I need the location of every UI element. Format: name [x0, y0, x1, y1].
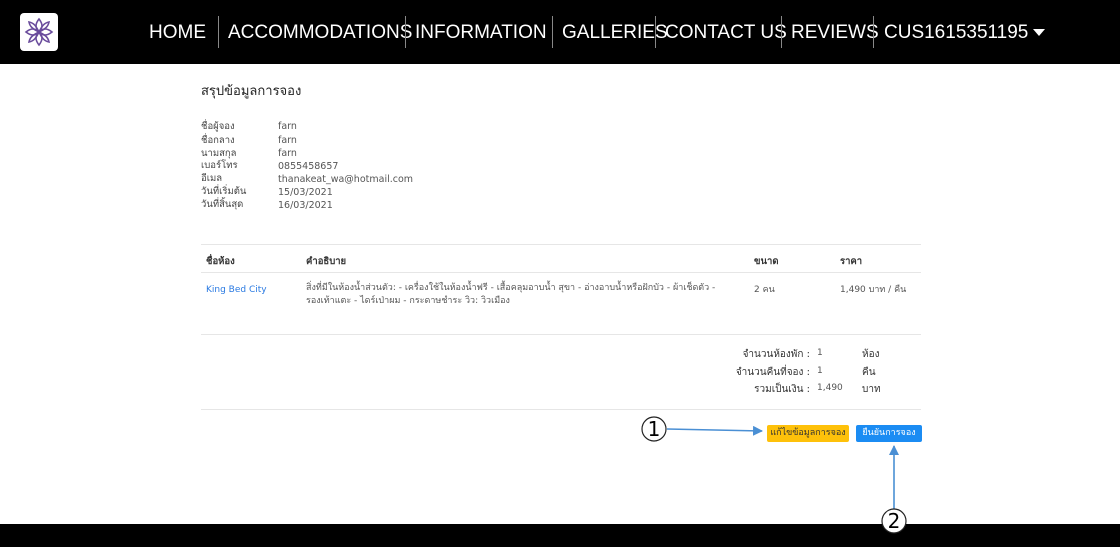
callout-1-arrow: [666, 425, 763, 436]
column-header-description: คำอธิบาย: [306, 256, 347, 267]
user-menu-dropdown[interactable]: CUS1615351195: [884, 18, 1046, 48]
callout-2: 2: [881, 445, 907, 534]
phone-value: 0855458657: [278, 161, 339, 172]
summary-divider: [201, 409, 921, 410]
top-navbar: HOME ACCOMMODATIONS INFORMATION GALLERIE…: [0, 0, 1120, 64]
nav-separator: [781, 16, 782, 48]
footer-bar: [0, 524, 1120, 547]
lotus-logo-icon[interactable]: [20, 13, 58, 51]
booker-name-value: farn: [278, 121, 297, 132]
callout-1-number: 1: [648, 417, 661, 441]
last-name-value: farn: [278, 148, 297, 159]
room-count-value: 1: [817, 348, 823, 358]
room-size: 2 คน: [754, 285, 775, 295]
night-count-unit: คืน: [862, 367, 876, 378]
start-date-value: 15/03/2021: [278, 187, 333, 198]
nav-separator: [405, 16, 406, 48]
nav-separator: [552, 16, 553, 48]
nav-accommodations[interactable]: ACCOMMODATIONS: [228, 18, 412, 48]
night-count-value: 1: [817, 366, 823, 376]
nav-information[interactable]: INFORMATION: [415, 18, 547, 48]
total-price-value: 1,490: [817, 383, 843, 393]
nav-separator: [873, 16, 874, 48]
column-header-price: ราคา: [840, 256, 863, 267]
end-date-value: 16/03/2021: [278, 200, 333, 211]
page-title: สรุปข้อมูลการจอง: [201, 84, 302, 99]
nav-separator: [218, 16, 219, 48]
table-bottom-divider: [201, 334, 921, 335]
room-description-line1: สิ่งที่มีในห้องน้ำส่วนตัว: - เครื่องใช้ใ…: [306, 283, 716, 293]
table-top-divider: [201, 244, 921, 245]
nav-separator: [655, 16, 656, 48]
column-header-room: ชื่อห้อง: [206, 256, 235, 267]
middle-name-value: farn: [278, 135, 297, 146]
room-description-line2: รองเท้าแตะ - ไดร์เป่าผม - กระดาษชำระ วิว…: [306, 296, 510, 306]
total-price-unit: บาท: [862, 384, 881, 395]
annotation-overlay: 1 2: [641, 416, 907, 534]
table-header-divider: [201, 272, 921, 273]
night-count-label: จำนวนคืนที่จอง :: [735, 367, 810, 378]
confirm-booking-button[interactable]: ยืนยันการจอง: [856, 425, 922, 442]
edit-booking-button[interactable]: แก้ไขข้อมูลการจอง: [767, 425, 849, 442]
user-id: CUS1615351195: [884, 22, 1029, 43]
caret-down-icon: [1033, 29, 1046, 37]
booker-name-label: ชื่อผู้จอง: [201, 121, 235, 132]
total-price-label: รวมเป็นเงิน :: [754, 384, 810, 395]
email-value: thanakeat_wa@hotmail.com: [278, 174, 414, 185]
nav-contact-us[interactable]: CONTACT US: [665, 18, 787, 48]
room-price: 1,490 บาท / คืน: [840, 285, 907, 295]
room-count-unit: ห้อง: [862, 349, 880, 360]
nav-galleries[interactable]: GALLERIES: [562, 18, 668, 48]
end-date-label: วันที่สิ้นสุด: [201, 199, 244, 210]
room-count-label: จำนวนห้องพัก :: [742, 349, 810, 360]
nav-reviews[interactable]: REVIEWS: [791, 18, 879, 48]
room-name-link[interactable]: King Bed City: [206, 284, 267, 297]
callout-1: 1: [641, 416, 763, 442]
column-header-size: ขนาด: [754, 256, 779, 267]
nav-home[interactable]: HOME: [149, 18, 206, 48]
